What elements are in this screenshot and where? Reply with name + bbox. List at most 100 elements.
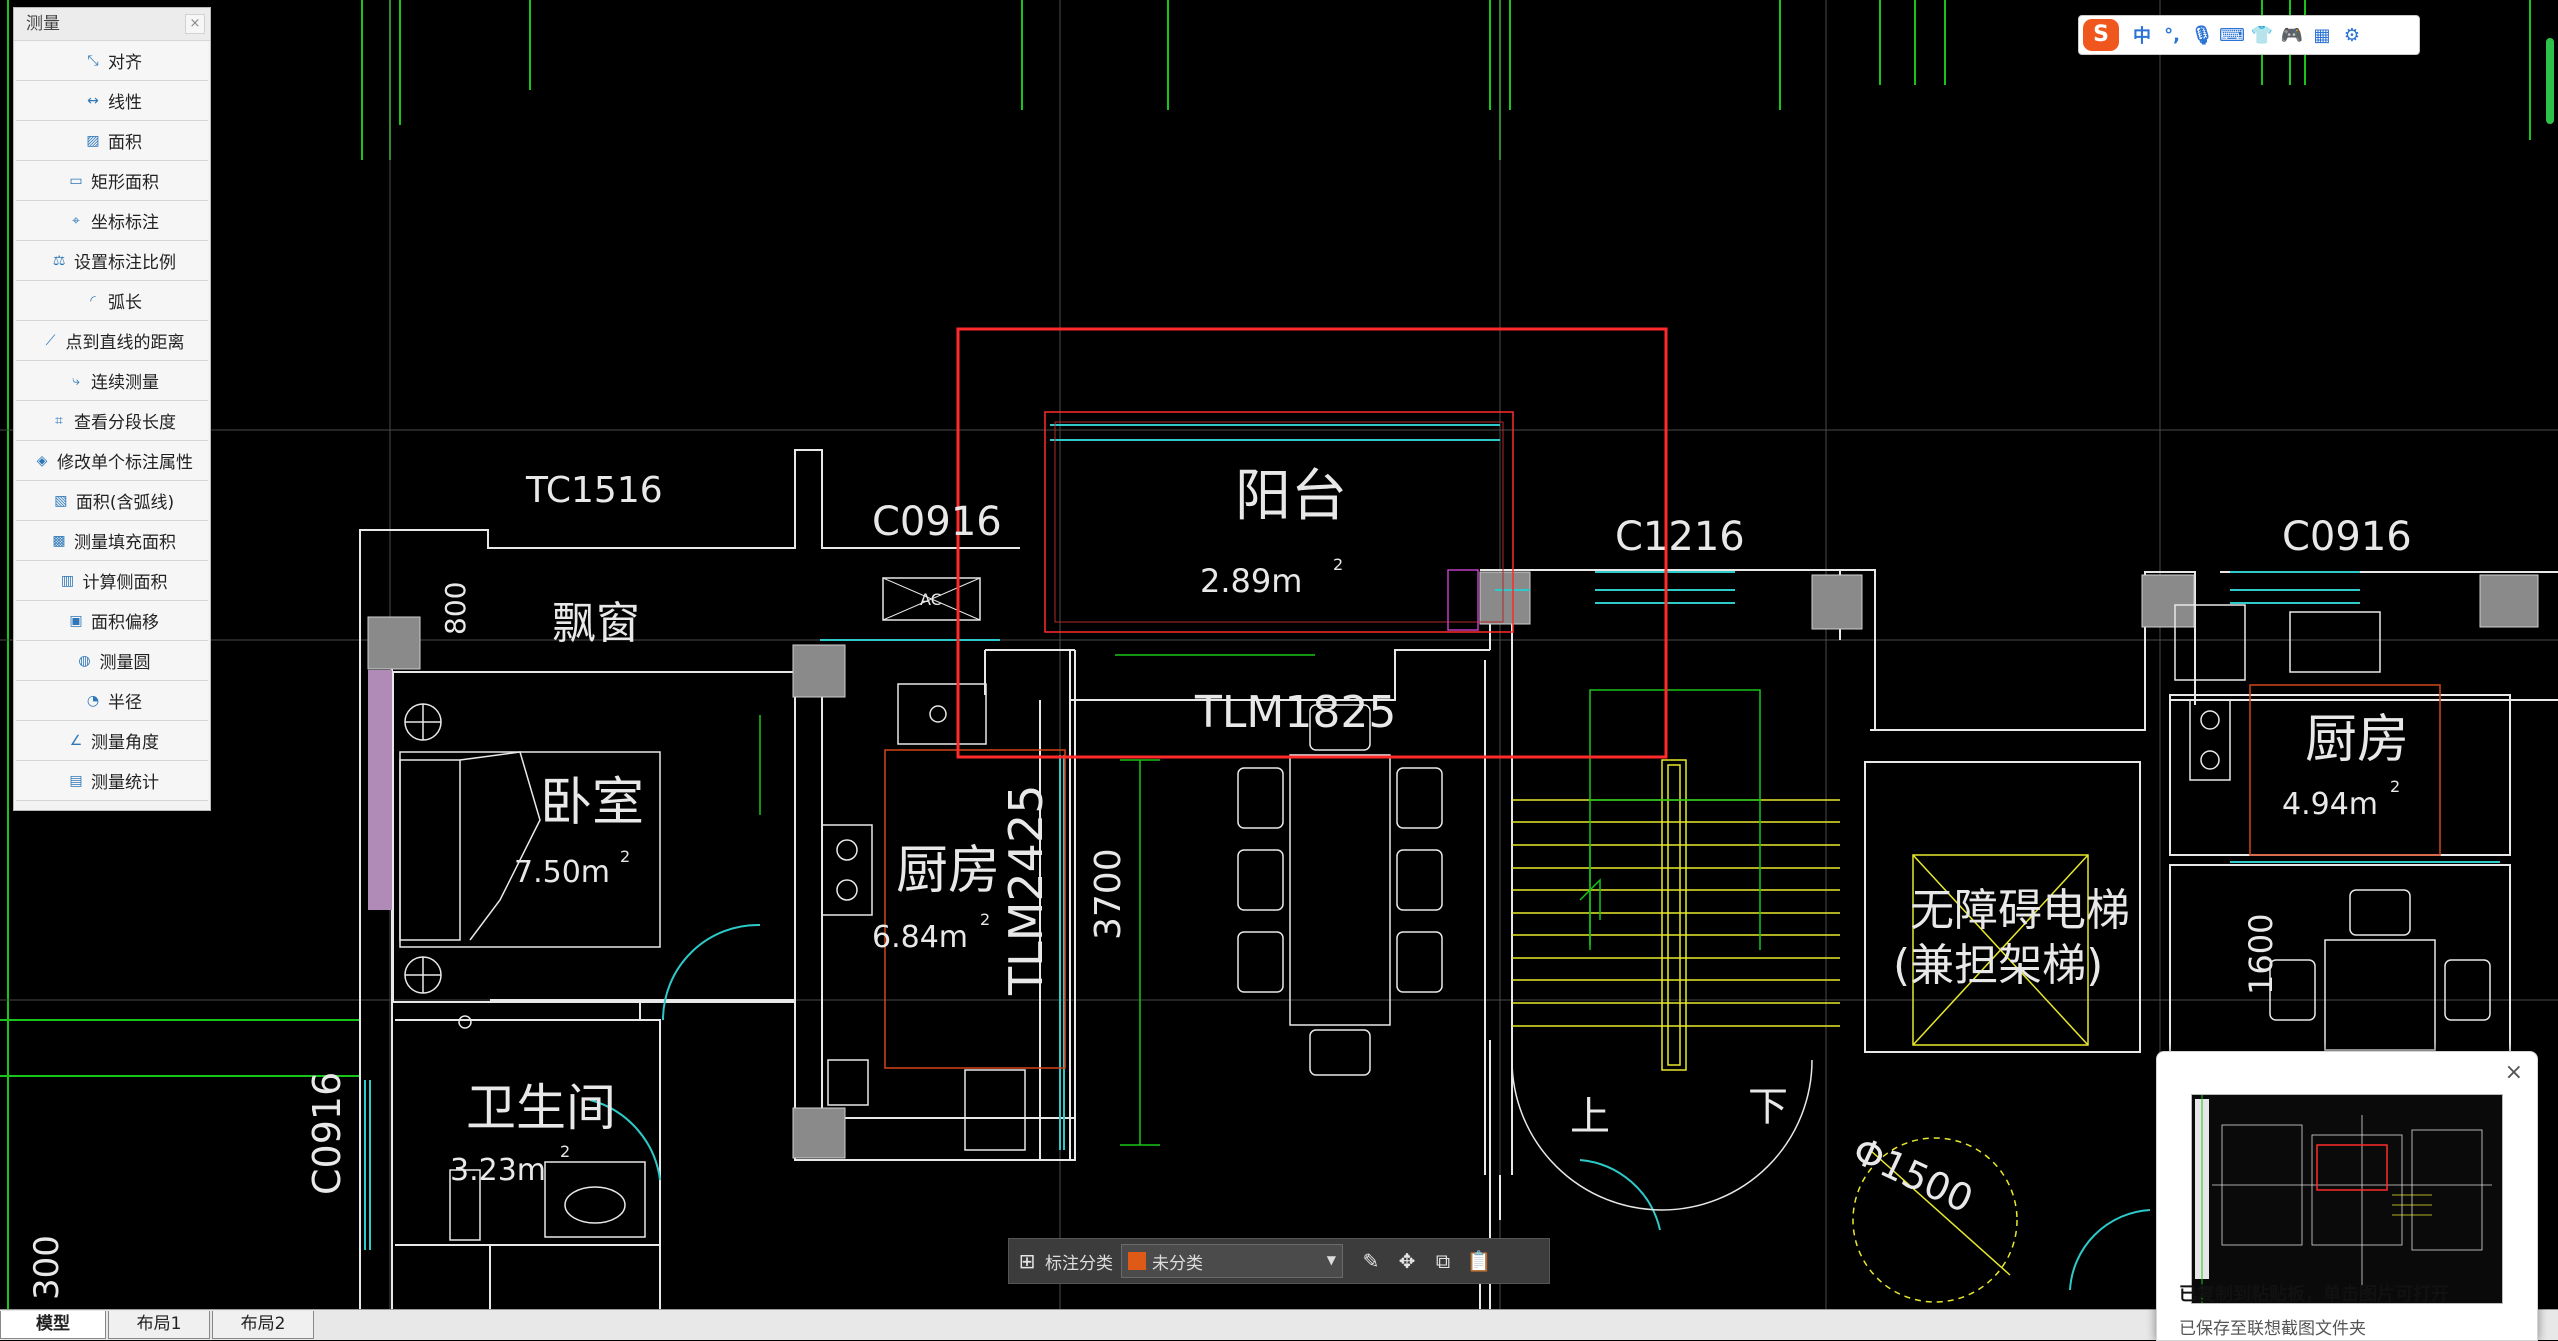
- microphone-icon[interactable]: 🎙: [2187, 25, 2217, 46]
- label-elevator: 无障碍电梯: [1910, 885, 2130, 936]
- tool-side-area[interactable]: ▥ 计算侧面积: [16, 561, 208, 601]
- grid-apps-icon[interactable]: ⊞: [1009, 1243, 1045, 1279]
- tool-angle[interactable]: ∠ 测量角度: [16, 721, 208, 761]
- linear-dimension-icon: ↔: [87, 92, 99, 109]
- label-tlm2425: TLM2425: [999, 785, 1053, 996]
- tool-label: 测量圆: [99, 653, 151, 673]
- room-kitchen-right: 厨房: [2305, 710, 2409, 770]
- ime-lang-toggle[interactable]: 中: [2127, 22, 2157, 48]
- label-c0916-vertical: C0916: [305, 1072, 349, 1195]
- area-kitchen: 6.84m: [872, 920, 968, 955]
- tool-arc-area[interactable]: ▧ 面积(含弧线): [16, 481, 208, 521]
- vertical-scrollbar[interactable]: [2546, 38, 2554, 124]
- annotation-toolbar: ⊞ 标注分类 未分类 ▼ ✎ ✥ ⧉ 📋: [1008, 1238, 1550, 1284]
- tab-model[interactable]: 模型: [0, 1311, 106, 1339]
- tool-label: 测量角度: [91, 733, 159, 753]
- measure-panel-header: 测量 ×: [14, 8, 210, 41]
- sup-bathroom: 2: [560, 1142, 570, 1161]
- tool-measure-circle[interactable]: ◍ 测量圆: [16, 641, 208, 681]
- keyboard-icon[interactable]: ⌨: [2217, 25, 2247, 46]
- tool-point-line-distance[interactable]: ⟋ 点到直线的距离: [16, 321, 208, 361]
- tool-radius[interactable]: ◔ 半径: [16, 681, 208, 721]
- tab-layout1[interactable]: 布局1: [108, 1311, 210, 1339]
- tool-label: 设置标注比例: [74, 253, 176, 273]
- label-ac: AC: [920, 590, 942, 609]
- tool-label: 坐标标注: [91, 213, 159, 233]
- tool-rect-area[interactable]: ▭ 矩形面积: [16, 161, 208, 201]
- room-bathroom: 卫生间: [466, 1079, 616, 1137]
- edit-annotation-icon: ◈: [36, 452, 48, 469]
- rect-area-icon: ▭: [69, 172, 83, 189]
- close-icon[interactable]: ×: [185, 14, 205, 34]
- annotation-category-select[interactable]: 未分类 ▼: [1121, 1244, 1343, 1278]
- measure-panel: 测量 × ⤡ 对齐 ↔ 线性 ▨ 面积 ▭ 矩形面积 ⌖ 坐标标注 ⚖ 设置标注比例 ◜ 弧长…: [13, 7, 211, 811]
- tool-label: 矩形面积: [91, 173, 159, 193]
- category-color-swatch: [1128, 1252, 1146, 1270]
- tool-continuous-measure[interactable]: ⤷ 连续测量: [16, 361, 208, 401]
- area-kitchen-right: 4.94m: [2282, 787, 2378, 822]
- ime-punct-toggle[interactable]: °,: [2157, 25, 2187, 46]
- dim-3700: 3700: [1088, 848, 1129, 940]
- coordinate-icon: ⌖: [72, 212, 80, 229]
- label-down: 下: [1748, 1084, 1788, 1130]
- toast-submessage: 已保存至联想截图文件夹: [2179, 1319, 2366, 1339]
- wall-purple: [368, 670, 392, 910]
- room-bedroom: 卧室: [540, 773, 644, 833]
- tool-arc-length[interactable]: ◜ 弧长: [16, 281, 208, 321]
- fill-area-icon: ▩: [52, 532, 66, 549]
- tool-label: 计算侧面积: [82, 573, 168, 593]
- area-offset-icon: ▣: [69, 612, 83, 629]
- tool-label: 修改单个标注属性: [57, 453, 193, 473]
- screenshot-toast[interactable]: × 已复制到粘贴板，单击图片可打开 已保存至联想截图文件夹: [2156, 1051, 2538, 1341]
- arc-length-icon: ◜: [90, 292, 96, 309]
- move-icon[interactable]: ✥: [1389, 1243, 1425, 1279]
- screenshot-thumbnail[interactable]: [2191, 1094, 2503, 1304]
- tab-layout2[interactable]: 布局2: [212, 1311, 314, 1339]
- sup-bedroom: 2: [620, 847, 630, 866]
- sup-balcony: 2: [1333, 555, 1343, 574]
- segment-length-icon: ⌗: [55, 412, 63, 429]
- dim-300: 300: [27, 1235, 67, 1300]
- dim-1600: 1600: [2242, 914, 2280, 995]
- tool-fill-area[interactable]: ▩ 测量填充面积: [16, 521, 208, 561]
- tool-scale[interactable]: ⚖ 设置标注比例: [16, 241, 208, 281]
- room-kitchen: 厨房: [896, 841, 1000, 901]
- tool-edit-annotation[interactable]: ◈ 修改单个标注属性: [16, 441, 208, 481]
- tool-linear[interactable]: ↔ 线性: [16, 81, 208, 121]
- circle-measure-icon: ◍: [78, 652, 91, 669]
- tool-area[interactable]: ▨ 面积: [16, 121, 208, 161]
- tool-label: 半径: [108, 693, 142, 713]
- label-tc1516: TC1516: [525, 470, 663, 511]
- gamepad-icon[interactable]: 🎮: [2277, 25, 2307, 46]
- ime-logo-icon[interactable]: S: [2083, 19, 2119, 51]
- tool-label: 测量填充面积: [74, 533, 176, 553]
- align-icon: ⤡: [87, 52, 99, 69]
- annotation-category-value: 未分类: [1152, 1253, 1203, 1274]
- tool-coordinate[interactable]: ⌖ 坐标标注: [16, 201, 208, 241]
- tool-label: 连续测量: [91, 373, 159, 393]
- skin-icon[interactable]: 👕: [2247, 25, 2277, 46]
- toast-message: 已复制到粘贴板，单击图片可打开: [2179, 1284, 2449, 1305]
- tool-label: 对齐: [108, 53, 142, 73]
- edit-icon[interactable]: ✎: [1353, 1243, 1389, 1279]
- apps-icon[interactable]: ▦: [2307, 25, 2337, 46]
- tool-label: 点到直线的距离: [65, 333, 185, 353]
- chevron-down-icon: ▼: [1326, 1253, 1336, 1267]
- label-elevator-stretcher: (兼担架梯): [1893, 940, 2103, 991]
- statistics-icon: ▤: [69, 772, 83, 789]
- paste-icon[interactable]: 📋: [1461, 1243, 1497, 1279]
- settings-icon[interactable]: ⚙: [2337, 25, 2367, 46]
- label-bay-window: 飘窗: [552, 598, 640, 649]
- tool-segment-length[interactable]: ⌗ 查看分段长度: [16, 401, 208, 441]
- thumbnail-preview: [2192, 1095, 2502, 1303]
- copy-icon[interactable]: ⧉: [1425, 1243, 1461, 1279]
- tool-align[interactable]: ⤡ 对齐: [16, 41, 208, 81]
- measure-panel-title: 测量: [26, 14, 60, 34]
- tool-statistics[interactable]: ▤ 测量统计: [16, 761, 208, 801]
- tool-label: 测量统计: [91, 773, 159, 793]
- tool-area-offset[interactable]: ▣ 面积偏移: [16, 601, 208, 641]
- label-c0916-right: C0916: [2282, 514, 2412, 560]
- close-icon[interactable]: ×: [2505, 1060, 2523, 1085]
- tool-label: 面积(含弧线): [75, 493, 175, 513]
- area-balcony: 2.89m: [1200, 562, 1302, 600]
